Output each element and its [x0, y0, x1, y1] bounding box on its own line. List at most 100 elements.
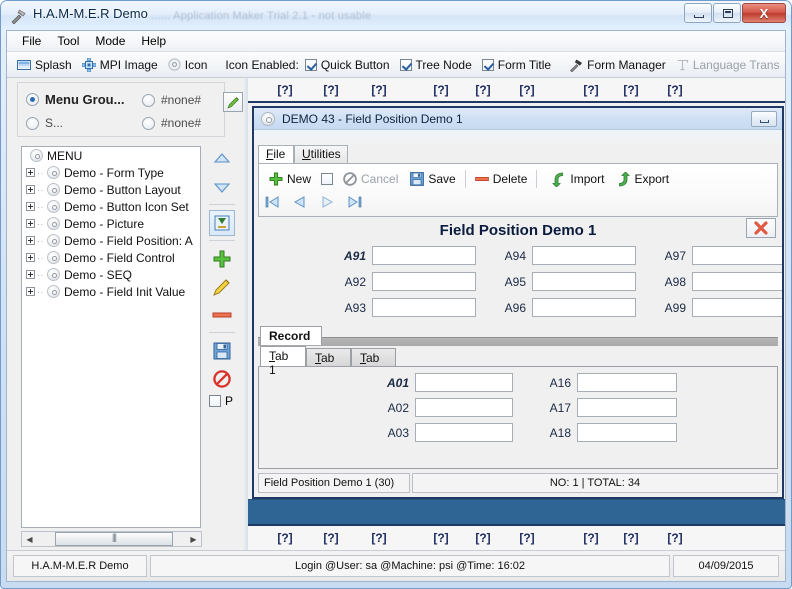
quick-button-top-4[interactable]: [?]	[418, 83, 464, 97]
radio-menu-group[interactable]: Menu Grou...	[26, 92, 124, 107]
field-a92-input[interactable]	[372, 272, 476, 291]
quick-button-top-5[interactable]: [?]	[460, 83, 506, 97]
field-a97-input[interactable]	[692, 246, 782, 265]
tab-2[interactable]: Tab 2	[306, 348, 351, 379]
radio-none-1-indicator[interactable]	[142, 93, 155, 107]
cancel-button[interactable]: Cancel	[337, 170, 404, 188]
expand-icon[interactable]	[26, 270, 35, 279]
expand-icon[interactable]	[26, 168, 35, 177]
tree-node-checkbox[interactable]	[399, 58, 412, 71]
quick-button-bottom-4[interactable]: [?]	[418, 531, 464, 545]
quick-button-bottom-2[interactable]: [?]	[308, 531, 354, 545]
field-a01-input[interactable]	[415, 373, 513, 392]
p-checkbox[interactable]	[209, 395, 221, 407]
toolbar-mpi-image-button[interactable]: MPI Image	[78, 56, 164, 74]
toolbar-tree-node-check[interactable]: Tree Node	[396, 56, 478, 74]
new-button[interactable]: New	[263, 170, 317, 188]
radio-none-2-indicator[interactable]	[142, 116, 155, 130]
expand-icon[interactable]	[26, 219, 35, 228]
quick-button-top-1[interactable]: [?]	[262, 83, 308, 97]
ribbon-tab-utilities[interactable]: Utilities	[294, 145, 348, 163]
add-button[interactable]	[209, 246, 235, 272]
tree-node-item[interactable]: ·· Demo - Button Layout	[22, 181, 200, 198]
toolbar-splash-button[interactable]: Splash	[13, 56, 78, 74]
tree-node-item[interactable]: ·· Demo - Button Icon Set	[22, 198, 200, 215]
field-a94-input[interactable]	[532, 246, 636, 265]
delete-button[interactable]: Delete	[469, 170, 534, 188]
form-title-checkbox[interactable]	[481, 58, 494, 71]
field-a96-input[interactable]	[532, 298, 636, 317]
move-down-button[interactable]	[209, 174, 235, 200]
quick-button-top-3[interactable]: [?]	[356, 83, 402, 97]
scroll-track[interactable]	[37, 532, 186, 546]
move-up-button[interactable]	[209, 146, 235, 172]
quick-button-checkbox[interactable]	[304, 58, 317, 71]
scroll-right-arrow[interactable]: ▶	[186, 532, 201, 546]
quick-button-bottom-6[interactable]: [?]	[504, 531, 550, 545]
toolbar-form-title-check[interactable]: Form Title	[478, 56, 557, 74]
tree-node-item[interactable]: ·· Demo - Field Control	[22, 249, 200, 266]
expand-icon[interactable]	[26, 202, 35, 211]
tree-node-item[interactable]: ·· Demo - Picture	[22, 215, 200, 232]
toolbar-language-trans-button[interactable]: Language Trans	[672, 56, 785, 74]
previous-record-icon[interactable]	[292, 195, 308, 209]
next-record-icon[interactable]	[319, 195, 335, 209]
menu-item-mode[interactable]: Mode	[87, 32, 133, 51]
tree-horizontal-scrollbar[interactable]: ◀ ▶	[21, 531, 202, 547]
form-close-button[interactable]	[746, 218, 776, 238]
tree-node-item[interactable]: ·· Demo - Field Init Value	[22, 283, 200, 300]
import-tree-button[interactable]	[209, 210, 235, 236]
tab-1[interactable]: Tab 1	[260, 346, 306, 377]
quick-button-top-6[interactable]: [?]	[504, 83, 550, 97]
menu-item-tool[interactable]: Tool	[49, 32, 87, 51]
save-button[interactable]	[209, 338, 235, 364]
radio-none-1[interactable]: #none#	[142, 93, 201, 107]
cancel-button[interactable]	[209, 366, 235, 392]
last-record-icon[interactable]	[346, 195, 362, 209]
expand-icon[interactable]	[26, 236, 35, 245]
field-a18-input[interactable]	[577, 423, 677, 442]
field-a02-input[interactable]	[415, 398, 513, 417]
tab-3[interactable]: Tab 3	[351, 348, 396, 379]
field-a95-input[interactable]	[532, 272, 636, 291]
field-a16-input[interactable]	[577, 373, 677, 392]
quick-button-top-9[interactable]: [?]	[652, 83, 698, 97]
edit-menu-group-button[interactable]	[223, 92, 243, 112]
export-button[interactable]: Export	[610, 170, 675, 189]
quick-button-bottom-9[interactable]: [?]	[652, 531, 698, 545]
tree-node-root[interactable]: MENU	[22, 147, 200, 164]
quick-button-top-8[interactable]: [?]	[608, 83, 654, 97]
mdi-minimize-button[interactable]	[751, 111, 777, 127]
ribbon-state-checkbox[interactable]	[321, 173, 334, 185]
quick-button-bottom-8[interactable]: [?]	[608, 531, 654, 545]
scroll-left-arrow[interactable]: ◀	[22, 532, 37, 546]
maximize-button[interactable]	[713, 3, 741, 23]
edit-button[interactable]	[209, 274, 235, 300]
field-a98-input[interactable]	[692, 272, 782, 291]
tree-node-item[interactable]: ·· Demo - SEQ	[22, 266, 200, 283]
toolbar-quick-button-check[interactable]: Quick Button	[301, 56, 396, 74]
p-option[interactable]: P	[205, 394, 239, 408]
menu-tree[interactable]: MENU ·· Demo - Form Type ·· Demo - Butto…	[21, 146, 201, 528]
first-record-icon[interactable]	[265, 195, 281, 209]
field-a17-input[interactable]	[577, 398, 677, 417]
expand-icon[interactable]	[26, 253, 35, 262]
radio-menu-group-indicator[interactable]	[26, 93, 39, 106]
menu-item-file[interactable]: File	[14, 32, 49, 51]
radio-none-2[interactable]: #none#	[142, 116, 201, 130]
save-button[interactable]: Save	[404, 170, 461, 188]
import-button[interactable]: Import	[546, 170, 610, 189]
toolbar-form-manager-button[interactable]: Form Manager	[565, 56, 672, 74]
expand-icon[interactable]	[26, 185, 35, 194]
quick-button-bottom-5[interactable]: [?]	[460, 531, 506, 545]
radio-s-indicator[interactable]	[26, 116, 39, 130]
quick-button-bottom-3[interactable]: [?]	[356, 531, 402, 545]
quick-button-top-2[interactable]: [?]	[308, 83, 354, 97]
field-a91-input[interactable]	[372, 246, 476, 265]
menu-item-help[interactable]: Help	[133, 32, 174, 51]
field-a93-input[interactable]	[372, 298, 476, 317]
toolbar-icon-button[interactable]: Icon	[164, 56, 214, 74]
field-a99-input[interactable]	[692, 298, 782, 317]
ribbon-tab-file[interactable]: File	[258, 145, 294, 163]
minimize-button[interactable]	[684, 3, 712, 23]
